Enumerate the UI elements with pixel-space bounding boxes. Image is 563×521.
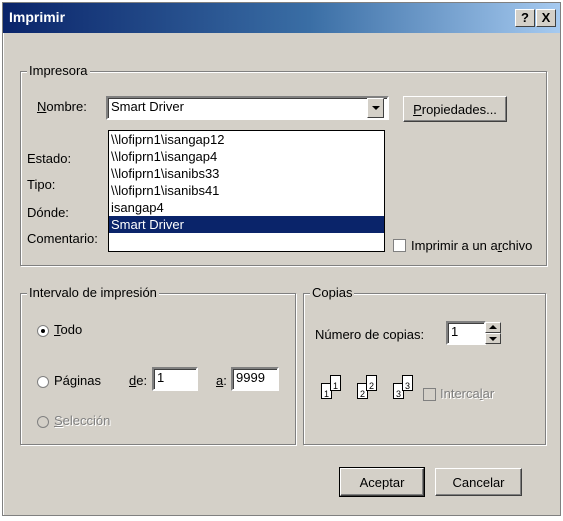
range-to-label: a: xyxy=(216,373,227,388)
printer-name-value: Smart Driver xyxy=(111,99,184,114)
print-dialog: Imprimir ? X Impresora Nombre: Smart Dri… xyxy=(2,2,561,516)
range-to-value: 9999 xyxy=(236,370,265,385)
printer-option[interactable]: \\lofiprn1\isanibs33 xyxy=(109,165,384,182)
close-button[interactable]: X xyxy=(536,9,556,27)
printer-name-label: Nombre: xyxy=(37,99,87,114)
printer-dropdown-button[interactable] xyxy=(367,98,384,118)
spin-up-icon[interactable] xyxy=(485,322,501,333)
cancel-button[interactable]: Cancelar xyxy=(435,468,522,496)
printer-option[interactable]: \\lofiprn1\isangap4 xyxy=(109,148,384,165)
range-group-label: Intervalo de impresión xyxy=(27,285,159,300)
collate-checkbox[interactable] xyxy=(423,388,436,401)
range-selection-radio[interactable] xyxy=(37,416,49,428)
collate-label: Intercalar xyxy=(440,386,495,401)
range-all-radio[interactable] xyxy=(37,325,49,337)
print-to-file-label: Imprimir a un archivo xyxy=(411,238,533,253)
spin-down-icon[interactable] xyxy=(485,333,501,344)
title-bar[interactable]: Imprimir ? X xyxy=(3,3,560,33)
copies-group: Copias xyxy=(303,285,546,445)
collate-page: 1 xyxy=(330,375,341,391)
help-button[interactable]: ? xyxy=(515,9,535,27)
range-pages-label: Páginas xyxy=(54,373,101,388)
printer-option[interactable]: \\lofiprn1\isangap12 xyxy=(109,131,384,148)
printer-group-label: Impresora xyxy=(27,63,90,78)
copies-count-label: Número de copias: xyxy=(315,327,425,342)
copies-count-value: 1 xyxy=(451,324,459,339)
range-to-input[interactable]: 9999 xyxy=(231,367,279,391)
window-title: Imprimir xyxy=(9,9,66,25)
ok-button[interactable]: Aceptar xyxy=(339,467,425,497)
printer-where-label: Dónde: xyxy=(27,205,69,220)
printer-option[interactable]: \\lofiprn1\isanibs41 xyxy=(109,182,384,199)
collate-page: 3 xyxy=(402,375,413,391)
range-pages-radio[interactable] xyxy=(37,376,49,388)
copies-group-label: Copias xyxy=(310,285,355,300)
printer-option[interactable]: isangap4 xyxy=(109,199,384,216)
range-from-value: 1 xyxy=(157,370,165,385)
printer-dropdown-list[interactable]: \\lofiprn1\isangap12 \\lofiprn1\isangap4… xyxy=(108,130,385,252)
properties-button[interactable]: Propiedades... xyxy=(403,96,507,122)
collate-page: 2 xyxy=(366,375,377,391)
print-to-file-checkbox[interactable] xyxy=(393,239,406,252)
copies-spinner[interactable] xyxy=(485,322,501,344)
range-all-label: Todo xyxy=(54,322,83,337)
chevron-down-icon xyxy=(372,106,380,110)
range-selection-label: Selección xyxy=(54,413,111,428)
printer-type-label: Tipo: xyxy=(27,177,56,192)
printer-status-label: Estado: xyxy=(27,151,72,166)
range-from-label: de: xyxy=(129,373,148,388)
printer-option-selected[interactable]: Smart Driver xyxy=(109,216,384,233)
printer-name-select[interactable]: Smart Driver xyxy=(106,96,389,120)
range-from-input[interactable]: 1 xyxy=(152,367,198,391)
copies-count-input[interactable]: 1 xyxy=(446,321,486,345)
printer-comment-label: Comentario: xyxy=(27,231,98,246)
